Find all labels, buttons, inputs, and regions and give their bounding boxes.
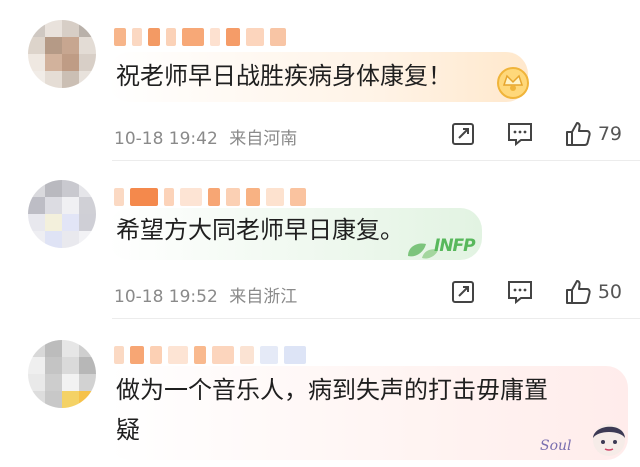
- soul-sticker: Soul: [540, 416, 634, 464]
- thumbs-up-icon: [565, 280, 591, 304]
- comment-icon: [507, 281, 532, 305]
- mbti-badge: INFP: [434, 236, 476, 256]
- comment-location: 来自河南: [229, 129, 298, 149]
- username-blurred[interactable]: [114, 26, 286, 48]
- comment-item: 做为一个音乐人，病到失声的打击毋庸置 疑 Soul: [0, 318, 640, 467]
- like-button[interactable]: 50: [564, 278, 622, 306]
- like-button[interactable]: 79: [564, 120, 622, 148]
- comment-actions: 50: [450, 278, 622, 306]
- sticker-label: Soul: [540, 438, 572, 454]
- comment-text: 希望方大同老师早日康复。: [116, 216, 404, 244]
- avatar[interactable]: [28, 20, 96, 88]
- anime-avatar-icon: [593, 424, 625, 456]
- comment-text: 做为一个音乐人，病到失声的打击毋庸置 疑: [116, 370, 548, 450]
- comment-text-line: 疑: [116, 416, 140, 444]
- comment-meta: 10-18 19:42 来自河南: [114, 124, 297, 149]
- share-icon: [451, 281, 474, 303]
- comment-item: 祝老师早日战胜疾病身体康复！ 10-18 19:42 来自河南 79: [0, 0, 640, 160]
- repost-button[interactable]: [450, 279, 476, 305]
- comment-actions: 79: [450, 120, 622, 148]
- reply-button[interactable]: [506, 279, 534, 305]
- repost-button[interactable]: [450, 121, 476, 147]
- avatar[interactable]: [28, 340, 96, 408]
- username-blurred[interactable]: [114, 344, 306, 366]
- thumbs-up-icon: [565, 122, 591, 146]
- crown-badge-icon: [497, 67, 529, 99]
- like-count: 79: [597, 123, 622, 145]
- mbti-sticker: INFP: [404, 232, 484, 264]
- share-icon: [451, 123, 474, 145]
- comment-time: 10-18 19:52: [114, 287, 218, 307]
- comment-time: 10-18 19:42: [114, 129, 218, 149]
- comment-location: 来自浙江: [229, 287, 298, 307]
- comment-meta: 10-18 19:52 来自浙江: [114, 282, 297, 307]
- avatar[interactable]: [28, 180, 96, 248]
- comment-icon: [507, 123, 532, 147]
- comment-text-line: 做为一个音乐人，病到失声的打击毋庸置: [116, 376, 548, 404]
- reply-button[interactable]: [506, 121, 534, 147]
- username-blurred[interactable]: [114, 186, 306, 208]
- like-count: 50: [597, 281, 622, 303]
- comment-text: 祝老师早日战胜疾病身体康复！: [116, 62, 452, 90]
- comment-item: 希望方大同老师早日康复。 INFP 10-18 19:52 来自浙江 50: [0, 160, 640, 318]
